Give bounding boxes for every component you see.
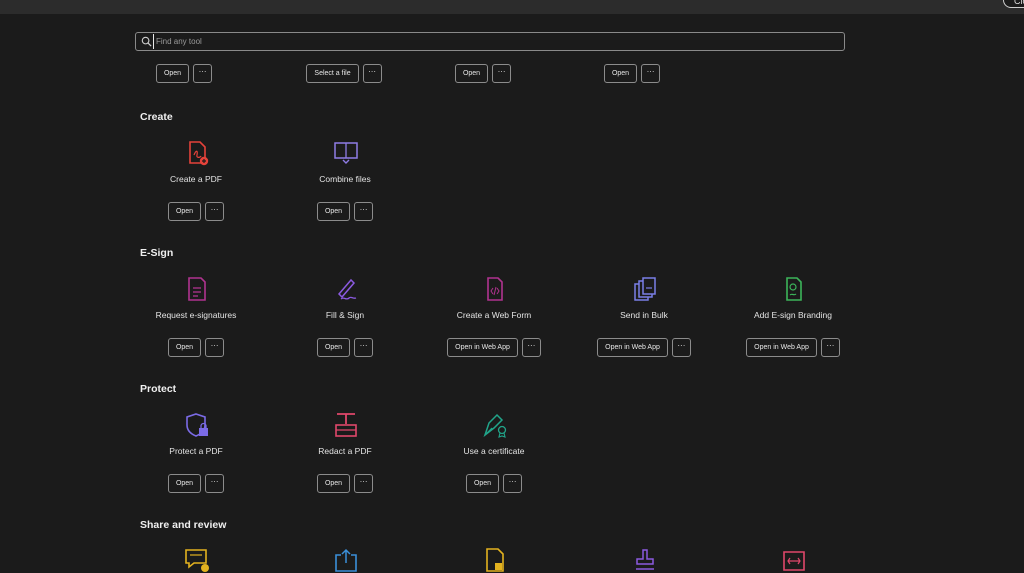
- web-form-icon: [487, 277, 503, 301]
- more-options-button[interactable]: ···: [503, 474, 523, 493]
- section-title-create: Create: [140, 111, 173, 123]
- tool-request-esignatures[interactable]: Request e-signatures Open ···: [121, 276, 271, 366]
- tool-redact-pdf[interactable]: Redact a PDF Open ···: [270, 412, 420, 502]
- open-button[interactable]: Open: [454, 64, 489, 83]
- open-button[interactable]: Open: [167, 474, 202, 493]
- open-button[interactable]: Open: [167, 202, 202, 221]
- tool-label: Protect a PDF: [169, 446, 223, 456]
- tool-review[interactable]: [419, 547, 569, 572]
- review-file-icon: [486, 548, 504, 572]
- select-file-button[interactable]: Select a file: [306, 64, 359, 83]
- stamp-icon: [636, 549, 654, 570]
- tool-label: Create a PDF: [170, 174, 222, 184]
- tool-send-in-bulk[interactable]: Send in Bulk Open in Web App ···: [569, 276, 719, 366]
- tool-add-esign-branding[interactable]: Add E-sign Branding Open in Web App ···: [718, 276, 868, 366]
- tool-fill-sign[interactable]: Fill & Sign Open ···: [270, 276, 420, 366]
- tool-create-web-form[interactable]: Create a Web Form Open in Web App ···: [419, 276, 569, 366]
- open-button[interactable]: Open: [316, 202, 351, 221]
- compare-files-icon: [783, 551, 805, 571]
- more-options-button[interactable]: ···: [820, 338, 840, 357]
- request-signatures-icon: [188, 277, 206, 301]
- open-button[interactable]: Open: [155, 64, 190, 83]
- tool-comment[interactable]: [121, 547, 271, 572]
- fill-sign-icon: [337, 278, 357, 300]
- send-bulk-icon: [634, 277, 656, 301]
- certificate-icon: [483, 413, 507, 438]
- tool-use-certificate[interactable]: Use a certificate Open ···: [419, 412, 569, 502]
- open-in-web-app-button[interactable]: Open in Web App: [597, 338, 668, 357]
- tool-card: Select a file ···: [269, 1, 419, 91]
- combine-files-icon: [334, 142, 358, 164]
- section-title-share-review: Share and review: [140, 519, 227, 531]
- more-options-button[interactable]: ···: [205, 338, 225, 357]
- open-button[interactable]: Open: [316, 338, 351, 357]
- tool-label: Create a Web Form: [456, 310, 532, 320]
- tool-label: Fill & Sign: [325, 310, 365, 320]
- tool-card: Open ···: [109, 1, 259, 91]
- esign-branding-icon: [786, 277, 802, 301]
- redact-pdf-icon: [335, 413, 357, 437]
- tool-card: Open ···: [408, 1, 558, 91]
- tool-label: Send in Bulk: [620, 310, 668, 320]
- tool-label: Redact a PDF: [318, 446, 372, 456]
- more-options-button[interactable]: ···: [641, 64, 661, 83]
- more-options-button[interactable]: ···: [205, 474, 225, 493]
- open-in-web-app-button[interactable]: Open in Web App: [447, 338, 518, 357]
- open-button[interactable]: Open: [465, 474, 500, 493]
- open-button[interactable]: Open: [316, 474, 351, 493]
- more-options-button[interactable]: ···: [354, 202, 374, 221]
- tool-stamp[interactable]: [569, 547, 719, 571]
- close-button[interactable]: Close: [1003, 0, 1024, 8]
- tool-label: Combine files: [319, 174, 371, 184]
- more-options-button[interactable]: ···: [492, 64, 512, 83]
- tool-protect-pdf[interactable]: Protect a PDF Open ···: [121, 412, 271, 502]
- tool-compare[interactable]: [718, 547, 868, 571]
- more-options-button[interactable]: ···: [354, 474, 374, 493]
- tool-combine-files[interactable]: Combine files Open ···: [270, 140, 420, 230]
- more-options-button[interactable]: ···: [362, 64, 382, 83]
- tool-label: Add E-sign Branding: [754, 310, 832, 320]
- more-options-button[interactable]: ···: [193, 64, 213, 83]
- open-button[interactable]: Open: [603, 64, 638, 83]
- tool-label: Use a certificate: [463, 446, 525, 456]
- protect-pdf-icon: [186, 413, 208, 437]
- more-options-button[interactable]: ···: [671, 338, 691, 357]
- open-in-web-app-button[interactable]: Open in Web App: [746, 338, 817, 357]
- more-options-button[interactable]: ···: [205, 202, 225, 221]
- section-title-esign: E-Sign: [140, 247, 174, 259]
- comment-icon: [185, 549, 209, 572]
- tool-share[interactable]: [270, 547, 420, 572]
- section-title-protect: Protect: [140, 383, 177, 395]
- more-options-button[interactable]: ···: [354, 338, 374, 357]
- tool-card: Open ···: [557, 1, 707, 91]
- create-pdf-icon: [189, 141, 209, 166]
- open-button[interactable]: Open: [167, 338, 202, 357]
- tool-create-pdf[interactable]: Create a PDF Open ···: [121, 140, 271, 230]
- tool-label: Request e-signatures: [155, 310, 237, 320]
- more-options-button[interactable]: ···: [521, 338, 541, 357]
- share-icon: [335, 548, 357, 572]
